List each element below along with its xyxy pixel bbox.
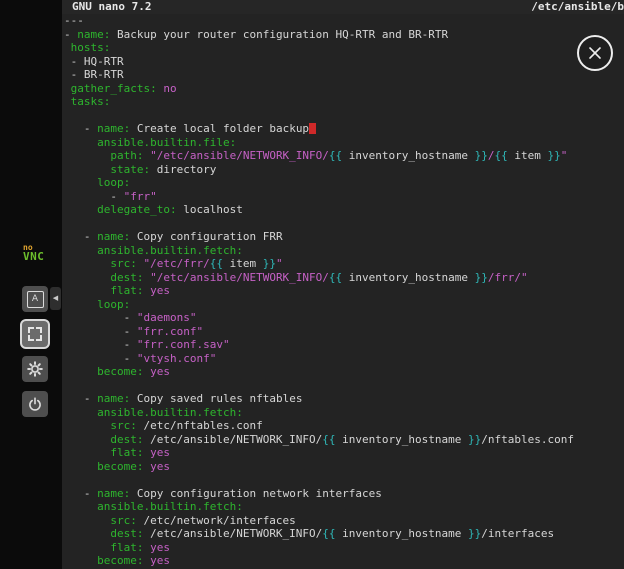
code-line: path: "/etc/ansible/NETWORK_INFO/{{ inve… — [64, 149, 624, 163]
code-line: flat: yes — [64, 446, 624, 460]
code-line: src: /etc/network/interfaces — [64, 514, 624, 528]
code-line — [64, 379, 624, 393]
editor-lines: ---- name: Backup your router configurat… — [64, 14, 624, 568]
chevron-left-icon: ◀ — [53, 294, 58, 302]
code-line — [64, 473, 624, 487]
code-line: - name: Copy configuration network inter… — [64, 487, 624, 501]
code-line: dest: "/etc/ansible/NETWORK_INFO/{{ inve… — [64, 271, 624, 285]
code-line: flat: yes — [64, 284, 624, 298]
code-line: dest: /etc/ansible/NETWORK_INFO/{{ inven… — [64, 433, 624, 447]
code-line: loop: — [64, 298, 624, 312]
nano-titlebar: GNU nano 7.2 /etc/ansible/b — [62, 0, 624, 14]
code-line: state: directory — [64, 163, 624, 177]
power-icon — [28, 397, 42, 411]
code-line: dest: /etc/ansible/NETWORK_INFO/{{ inven… — [64, 527, 624, 541]
code-line: - "frr.conf.sav" — [64, 338, 624, 352]
close-icon — [588, 46, 602, 60]
code-line: --- — [64, 14, 624, 28]
code-line: - BR-RTR — [64, 68, 624, 82]
keyboard-button[interactable]: A — [22, 286, 48, 312]
code-line: flat: yes — [64, 541, 624, 555]
code-line — [64, 217, 624, 231]
keyboard-icon: A — [27, 291, 44, 308]
power-button[interactable] — [22, 391, 48, 417]
desktop: { "window": { "title_left": "GNU nano 7.… — [0, 0, 624, 569]
code-line: ansible.builtin.fetch: — [64, 500, 624, 514]
editor-content[interactable]: ---- name: Backup your router configurat… — [64, 14, 624, 569]
code-line: - "frr" — [64, 190, 624, 204]
code-line: ansible.builtin.file: — [64, 136, 624, 150]
code-line: tasks: — [64, 95, 624, 109]
code-line: - name: Copy saved rules nftables — [64, 392, 624, 406]
nano-filename: /etc/ansible/b — [531, 0, 624, 14]
close-overlay-button[interactable] — [577, 35, 613, 71]
code-line: become: yes — [64, 554, 624, 568]
fullscreen-button[interactable] — [22, 321, 48, 347]
code-line — [64, 109, 624, 123]
code-line: - "daemons" — [64, 311, 624, 325]
code-line: - "frr.conf" — [64, 325, 624, 339]
terminal-window[interactable]: GNU nano 7.2 /etc/ansible/b ---- name: B… — [62, 0, 624, 569]
code-line: become: yes — [64, 365, 624, 379]
code-line: src: /etc/nftables.conf — [64, 419, 624, 433]
novnc-logo: no VNC — [23, 243, 51, 261]
code-line: delegate_to: localhost — [64, 203, 624, 217]
code-line: ansible.builtin.fetch: — [64, 406, 624, 420]
code-line: - name: Backup your router configuration… — [64, 28, 624, 42]
settings-button[interactable] — [22, 356, 48, 382]
code-line: become: yes — [64, 460, 624, 474]
code-line: loop: — [64, 176, 624, 190]
code-line: - name: Create local folder backup — [64, 122, 624, 136]
code-line: ansible.builtin.fetch: — [64, 244, 624, 258]
code-line: src: "/etc/frr/{{ item }}" — [64, 257, 624, 271]
code-line: gather_facts: no — [64, 82, 624, 96]
code-line: hosts: — [64, 41, 624, 55]
code-line: - name: Copy configuration FRR — [64, 230, 624, 244]
code-line: - HQ-RTR — [64, 55, 624, 69]
novnc-logo-text-vnc: VNC — [23, 252, 51, 261]
fullscreen-icon — [28, 327, 42, 341]
nano-version: GNU nano 7.2 — [72, 0, 151, 14]
sidebar-collapse-handle[interactable]: ◀ — [50, 287, 61, 310]
text-cursor — [309, 123, 316, 134]
code-line: - "vtysh.conf" — [64, 352, 624, 366]
vnc-sidebar: no VNC ◀ A — [0, 0, 62, 569]
gear-icon — [27, 361, 43, 377]
